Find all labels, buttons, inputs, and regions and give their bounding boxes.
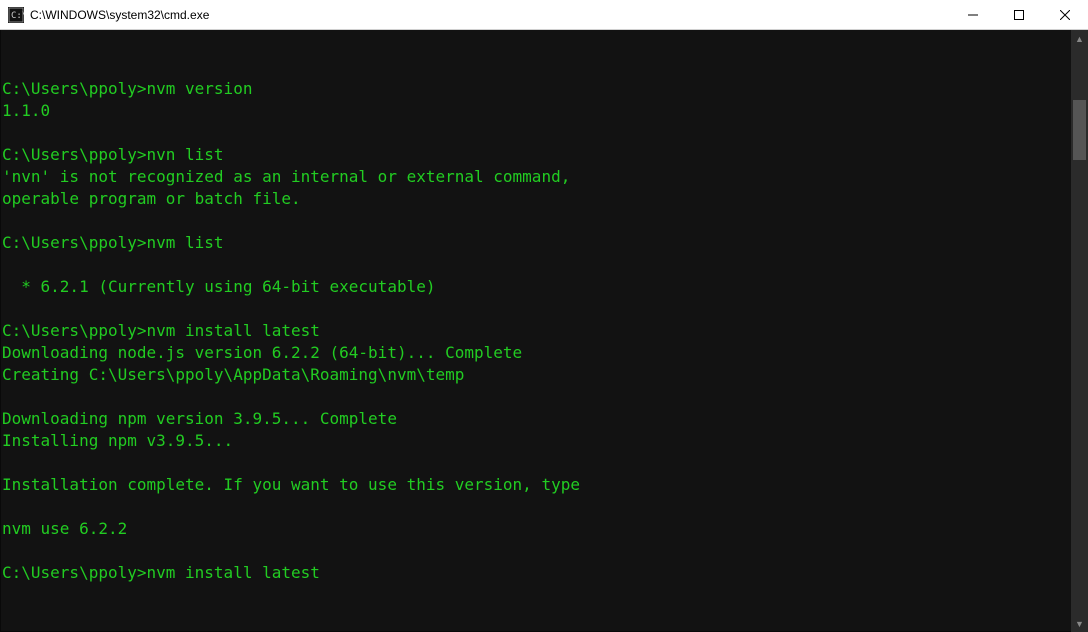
maximize-button[interactable]: [996, 0, 1042, 30]
cmd-icon: C:\: [8, 7, 24, 23]
svg-text:C:\: C:\: [11, 11, 24, 21]
terminal-output[interactable]: C:\Users\ppoly>nvm version 1.1.0 C:\User…: [0, 30, 1088, 632]
window-titlebar[interactable]: C:\ C:\WINDOWS\system32\cmd.exe: [0, 0, 1088, 30]
close-icon: [1060, 10, 1070, 20]
vertical-scrollbar[interactable]: ▲ ▼: [1071, 30, 1088, 632]
maximize-icon: [1014, 10, 1024, 20]
scrollbar-thumb[interactable]: [1073, 100, 1086, 160]
minimize-button[interactable]: [950, 0, 996, 30]
scroll-up-arrow[interactable]: ▲: [1071, 30, 1088, 47]
window-title: C:\WINDOWS\system32\cmd.exe: [30, 8, 209, 22]
scroll-down-arrow[interactable]: ▼: [1071, 615, 1088, 632]
cmd-window: C:\ C:\WINDOWS\system32\cmd.exe C:\Users…: [0, 0, 1088, 632]
minimize-icon: [968, 10, 978, 20]
close-button[interactable]: [1042, 0, 1088, 30]
